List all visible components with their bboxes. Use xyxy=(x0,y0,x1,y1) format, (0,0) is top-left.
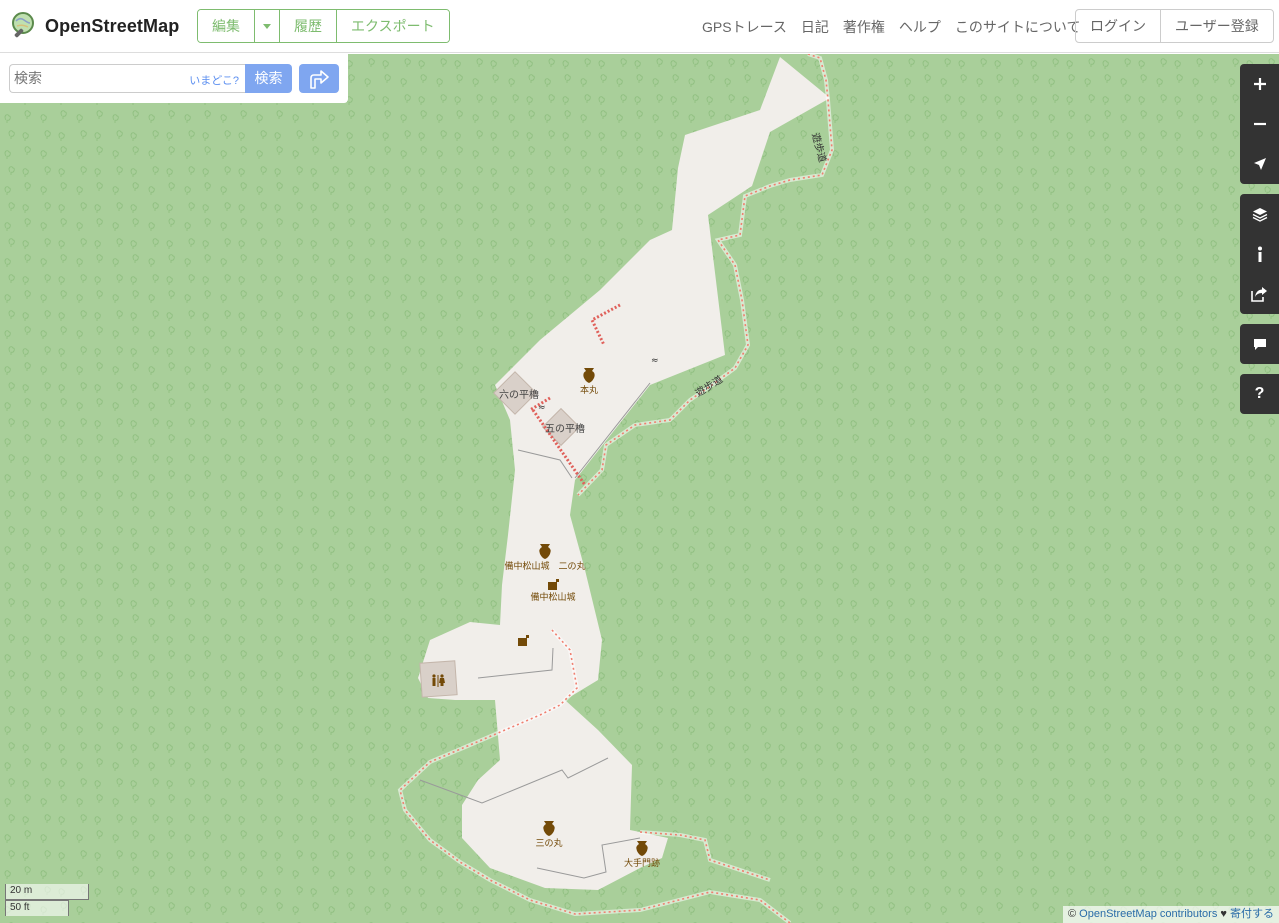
query-help-button[interactable]: ? xyxy=(1240,374,1279,414)
donate-link[interactable]: 寄付する xyxy=(1230,908,1274,920)
label-castle: 備中松山城 xyxy=(530,591,575,603)
chevron-down-icon xyxy=(263,23,271,29)
label-rokunohira: 六の平櫓 xyxy=(499,388,539,401)
help-controls: ? xyxy=(1240,374,1279,414)
edit-button-group: 編集 履歴 エクスポート xyxy=(197,9,450,43)
layers-icon xyxy=(1252,208,1267,222)
search-button[interactable]: 検索 xyxy=(245,64,292,93)
search-panel: いまどこ? 検索 xyxy=(0,54,348,103)
zoom-out-icon xyxy=(1253,122,1266,126)
directions-icon xyxy=(310,69,329,89)
label-otemon: 大手門跡 xyxy=(624,857,660,869)
zoom-controls xyxy=(1240,64,1279,184)
comment-icon xyxy=(1253,339,1266,350)
map-key-button[interactable] xyxy=(1240,234,1279,274)
scale-imperial: 50 ft xyxy=(5,900,69,916)
logo-text: OpenStreetMap xyxy=(45,15,180,36)
share-button[interactable] xyxy=(1240,274,1279,314)
search-input[interactable] xyxy=(14,70,184,86)
map-canvas[interactable]: ≈ ≈ 遊歩道 遊歩道 本丸 六の平櫓 五の平櫓 備中松山城 二の丸 備中松山城… xyxy=(0,54,1279,923)
map-panel-controls xyxy=(1240,194,1279,314)
locate-button[interactable] xyxy=(1240,144,1279,184)
history-button[interactable]: 履歴 xyxy=(280,10,337,42)
search-box: いまどこ? xyxy=(9,64,245,93)
export-button[interactable]: エクスポート xyxy=(337,10,449,42)
secondary-nav: GPSトレース 日記 著作権 ヘルプ このサイトについて xyxy=(702,17,1080,37)
notes-controls xyxy=(1240,324,1279,364)
auth-buttons: ログイン ユーザー登録 xyxy=(1075,9,1274,43)
scale-metric: 20 m xyxy=(5,884,89,900)
add-note-button[interactable] xyxy=(1240,324,1279,364)
header: OpenStreetMap 編集 履歴 エクスポート GPSトレース 日記 著作… xyxy=(0,0,1279,53)
nav-diary[interactable]: 日記 xyxy=(801,17,829,37)
zoom-in-button[interactable] xyxy=(1240,64,1279,104)
directions-button[interactable] xyxy=(299,64,339,93)
login-button[interactable]: ログイン xyxy=(1076,10,1161,42)
label-gonohira: 五の平櫓 xyxy=(545,422,585,435)
zoom-out-button[interactable] xyxy=(1240,104,1279,144)
steps-marker: ≈ xyxy=(651,356,659,366)
location-arrow-icon xyxy=(1253,158,1266,170)
osm-logo-icon xyxy=(12,12,34,38)
map-layer: ≈ ≈ 遊歩道 遊歩道 本丸 六の平櫓 五の平櫓 備中松山城 二の丸 備中松山城… xyxy=(0,54,1279,923)
steps-marker: ≈ xyxy=(538,403,546,413)
where-am-i-link[interactable]: いまどこ? xyxy=(189,72,239,88)
label-castle-ninomaru: 備中松山城 二の丸 xyxy=(504,560,585,572)
scale-bar: 20 m 50 ft xyxy=(5,884,89,916)
nav-gps-traces[interactable]: GPSトレース xyxy=(702,17,787,37)
nav-about[interactable]: このサイトについて xyxy=(955,17,1081,37)
nav-help[interactable]: ヘルプ xyxy=(899,17,941,37)
help-icon: ? xyxy=(1254,385,1265,402)
heart-text: ♥ xyxy=(1217,908,1230,920)
signup-button[interactable]: ユーザー登録 xyxy=(1161,10,1273,42)
edit-button[interactable]: 編集 xyxy=(198,10,255,42)
zoom-in-icon xyxy=(1253,78,1266,90)
share-icon xyxy=(1251,287,1267,302)
edit-dropdown-button[interactable] xyxy=(255,10,280,42)
attribution: © OpenStreetMap contributors ♥ 寄付する xyxy=(1062,906,1279,923)
info-icon xyxy=(1257,246,1262,262)
attribution-prefix: © xyxy=(1067,908,1080,920)
attribution-link[interactable]: OpenStreetMap contributors xyxy=(1079,908,1217,920)
site-logo[interactable]: OpenStreetMap xyxy=(10,11,179,41)
label-honmaru: 本丸 xyxy=(580,384,598,396)
label-sannomaru: 三の丸 xyxy=(535,837,562,849)
nav-copyright[interactable]: 著作権 xyxy=(843,17,885,37)
layers-button[interactable] xyxy=(1240,194,1279,234)
